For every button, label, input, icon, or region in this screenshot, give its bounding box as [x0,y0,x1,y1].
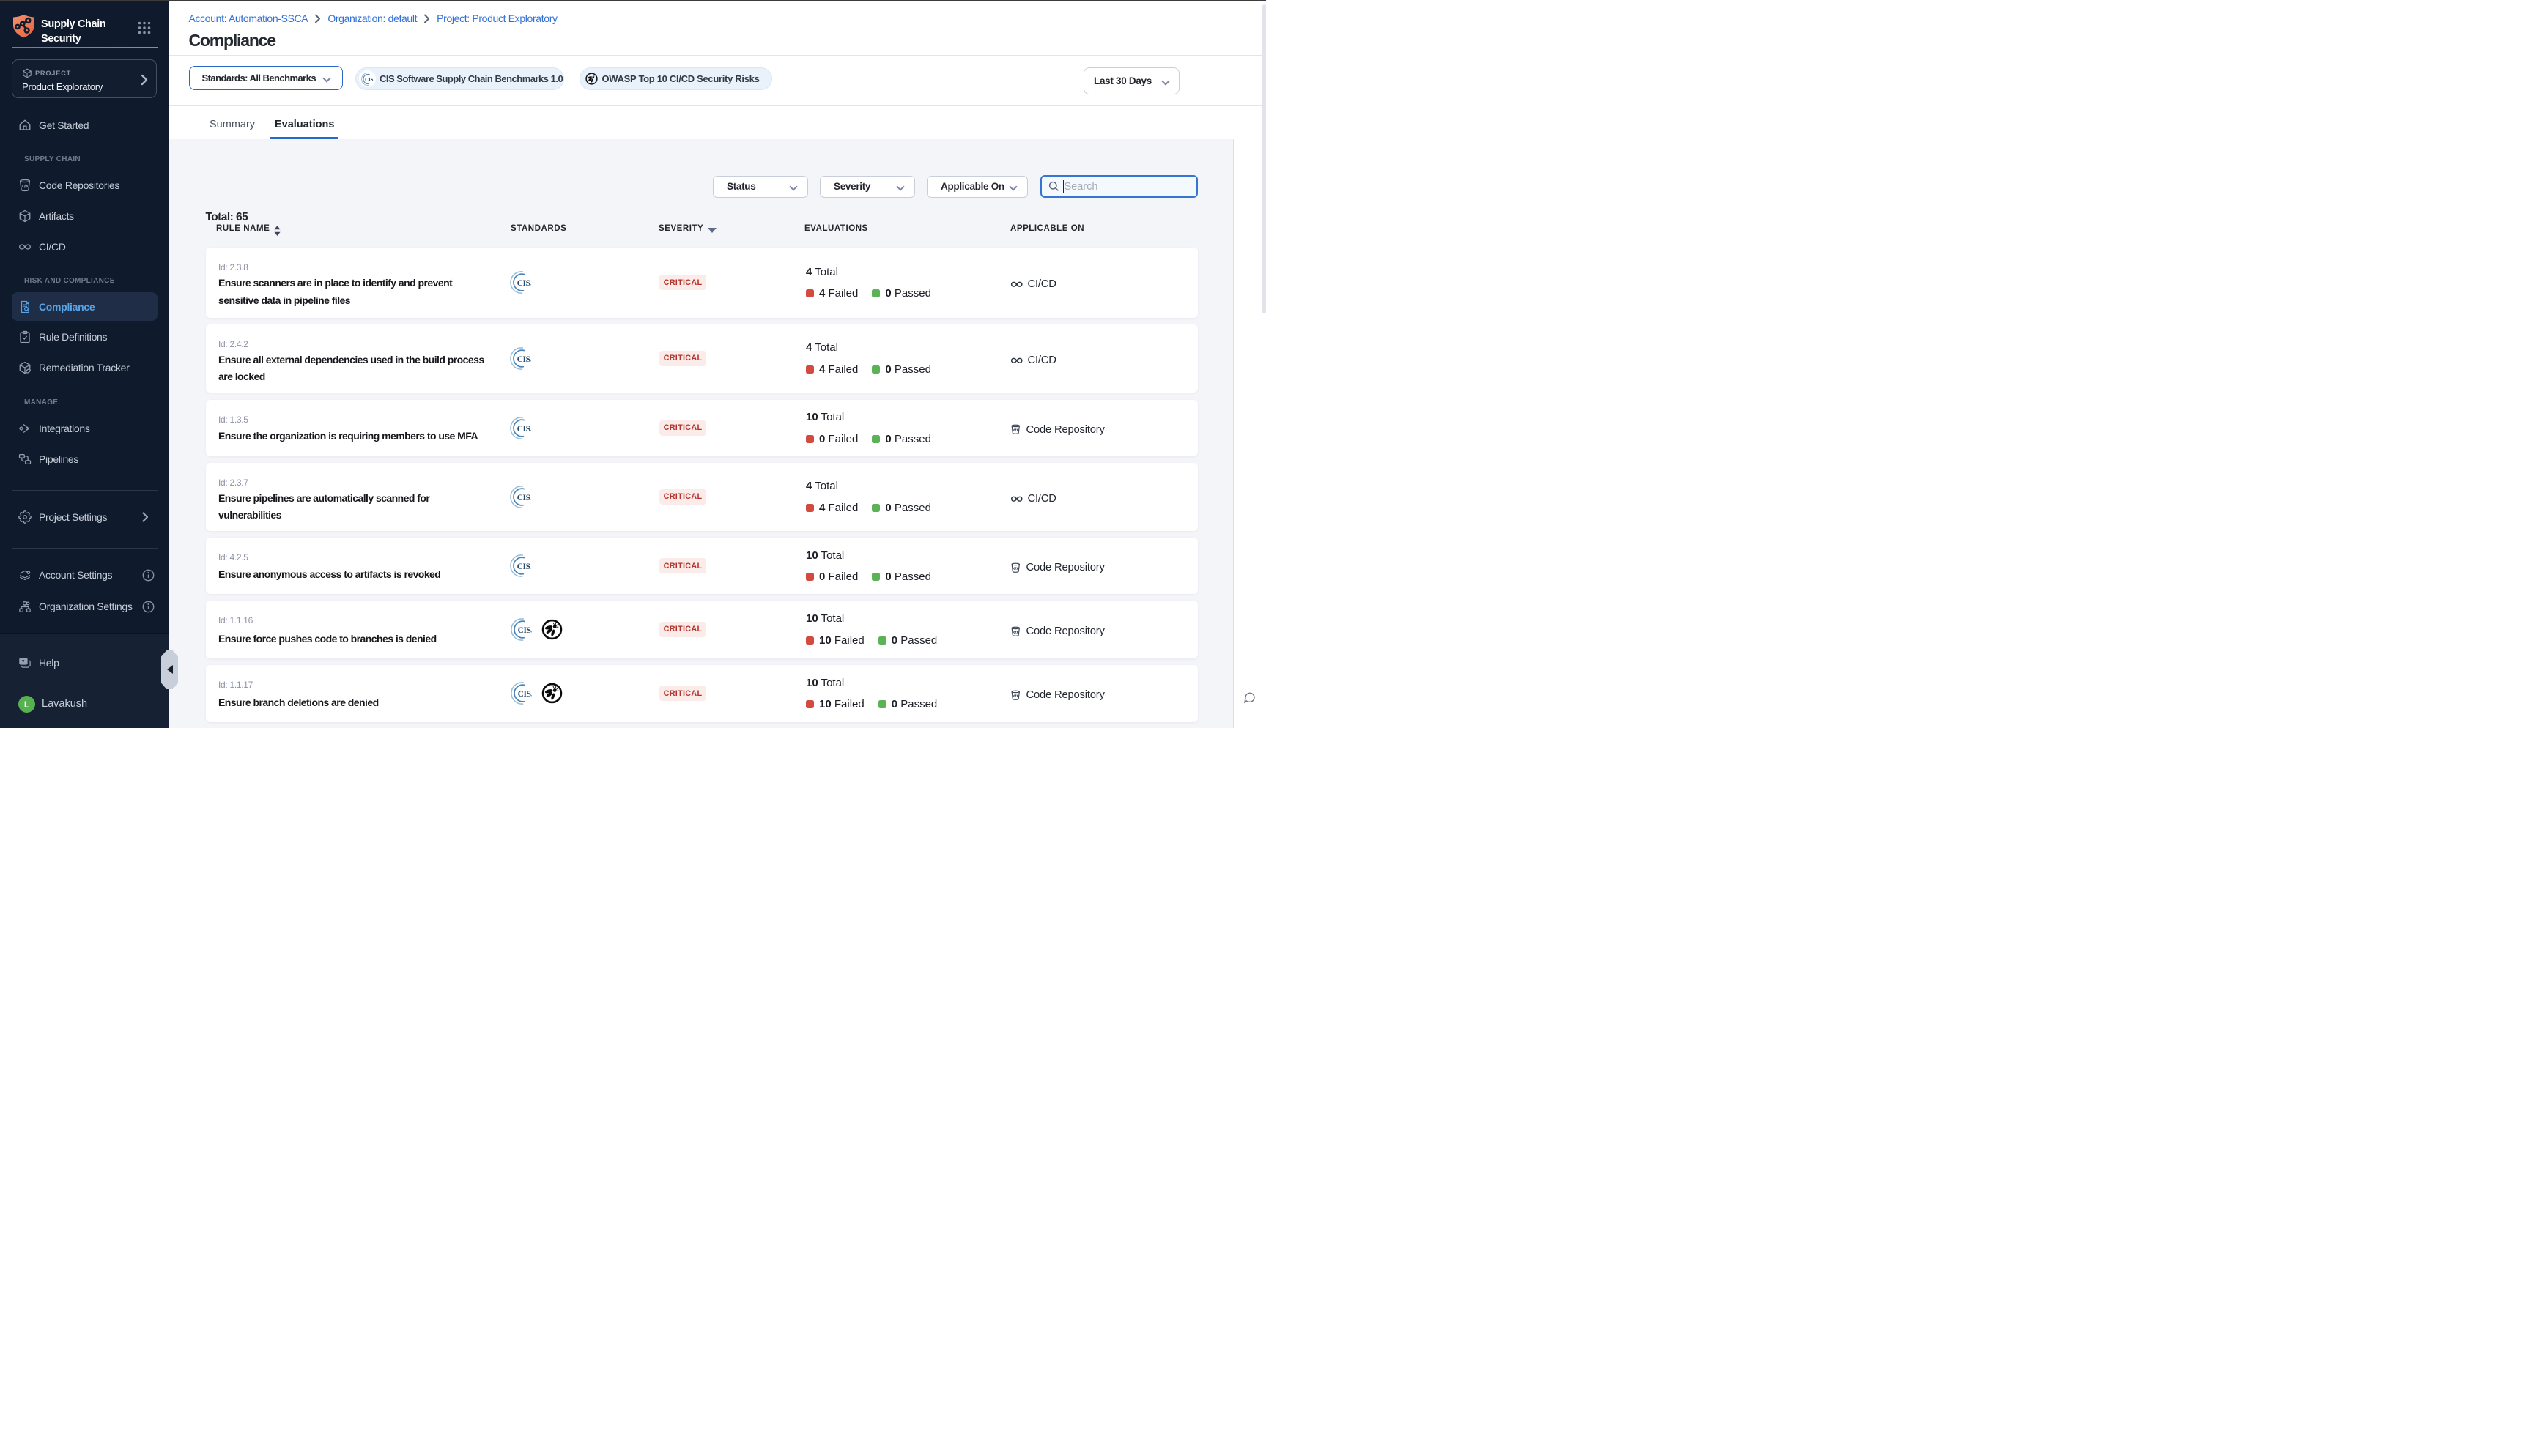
svg-text:CIS: CIS [517,562,530,571]
svg-text:CIS: CIS [517,279,530,288]
svg-text:CIS: CIS [518,690,531,699]
svg-text:?: ? [22,659,25,664]
svg-text:CIS: CIS [517,424,530,433]
svg-text:CIS: CIS [517,494,530,502]
svg-text:CIS: CIS [365,76,373,82]
svg-text:CIS: CIS [518,626,531,635]
svg-text:CIS: CIS [517,355,530,364]
